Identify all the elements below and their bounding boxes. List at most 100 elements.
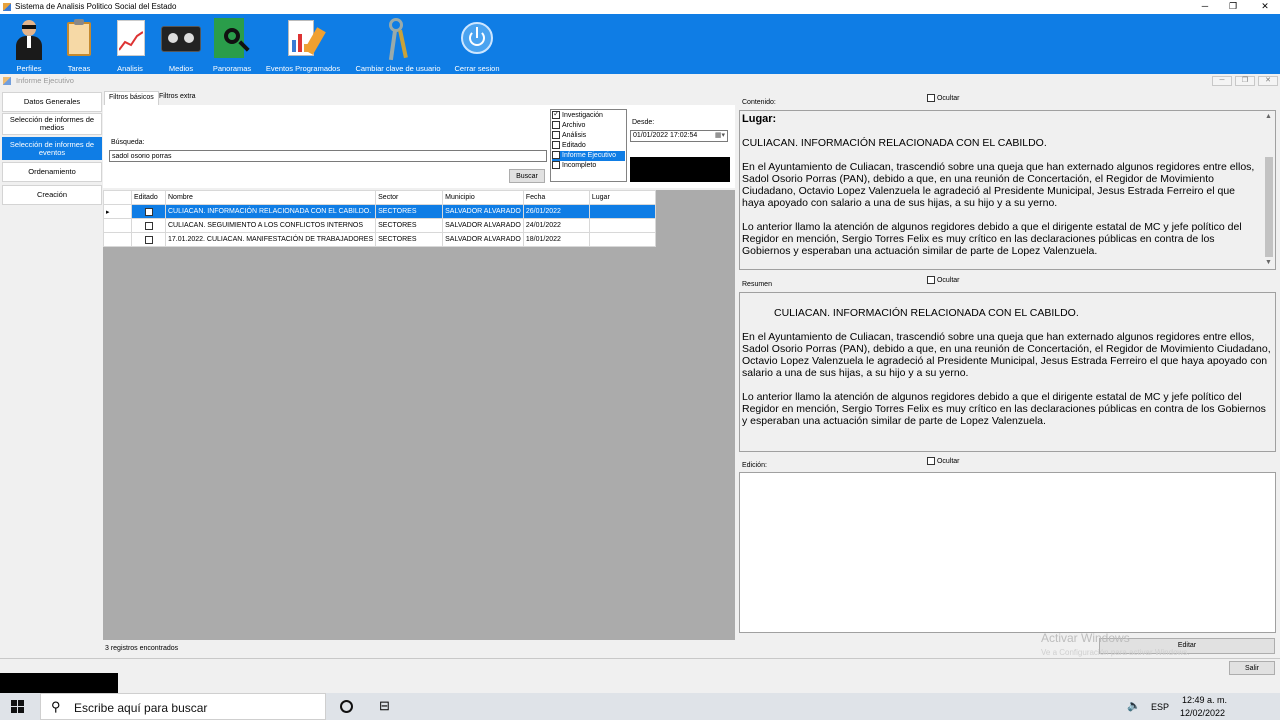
nombre-cell[interactable]: CULIACAN. SEGUIMIENTO A LOS CONFLICTOS I… (164, 218, 377, 233)
filter-checkbox[interactable] (552, 151, 560, 160)
filter-option[interactable]: Informe Ejecutivo (552, 151, 625, 161)
report-icon (286, 16, 326, 60)
edicion-ocultar-checkbox[interactable] (927, 457, 935, 465)
nav-seleccion-medios[interactable]: Selección de informes de medios (2, 113, 102, 135)
buscar-button[interactable]: Buscar (509, 169, 545, 183)
ribbon-eventos-button[interactable]: Eventos Programados (262, 16, 344, 73)
lugar-cell[interactable] (588, 232, 656, 247)
nombre-cell[interactable]: 17.01.2022. CULIACAN. MANIFESTACIÓN DE T… (164, 232, 377, 247)
ribbon-cerrar-sesion-button[interactable]: Cerrar sesion (452, 16, 502, 73)
sector-cell[interactable]: SECTORES (375, 218, 444, 233)
restore-button[interactable]: ❐ (1218, 0, 1248, 14)
ribbon-tareas-button[interactable]: Tareas (60, 16, 98, 73)
table-row[interactable]: ▸ CULIACAN. INFORMACIÓN RELACIONADA CON E… (103, 204, 656, 219)
edicion-ocultar-label: Ocultar (936, 457, 960, 465)
col-sector[interactable]: Sector (375, 190, 444, 205)
nav-creacion[interactable]: Creación (2, 185, 102, 205)
contenido-heading: Lugar: (742, 113, 777, 125)
lugar-cell[interactable] (588, 204, 656, 219)
fecha-cell[interactable]: 24/01/2022 (522, 218, 590, 233)
nav-ordenamiento[interactable]: Ordenamiento (2, 162, 102, 182)
filter-option[interactable]: Editado (552, 141, 625, 151)
contenido-ocultar[interactable]: Ocultar (927, 94, 960, 102)
row-header[interactable] (103, 232, 132, 247)
edicion-ocultar[interactable]: Ocultar (927, 457, 960, 465)
col-municipio[interactable]: Municipio (442, 190, 524, 205)
tab-filtros-basicos[interactable]: Filtros básicos (104, 91, 159, 105)
table-row[interactable]: 17.01.2022. CULIACAN. MANIFESTACIÓN DE T… (103, 232, 656, 247)
table-row[interactable]: CULIACAN. SEGUIMIENTO A LOS CONFLICTOS I… (103, 218, 656, 233)
ribbon-cambiar-clave-button[interactable]: Cambiar clave de usuario (352, 16, 444, 73)
col-editado[interactable]: Editado (131, 190, 166, 205)
filter-option[interactable]: Incompleto (552, 161, 625, 171)
filter-checkbox[interactable] (552, 131, 560, 140)
salir-button[interactable]: Salir (1229, 661, 1275, 675)
language-indicator[interactable]: ESP (1151, 702, 1169, 712)
fecha-cell[interactable]: 26/01/2022 (522, 204, 590, 219)
child-close-button[interactable]: ✕ (1258, 76, 1278, 86)
ribbon-cerrar-sesion-label: Cerrar sesion (454, 64, 500, 73)
child-restore-button[interactable]: ❐ (1235, 76, 1255, 86)
row-header[interactable]: ▸ (103, 204, 132, 219)
ribbon-analisis-label: Analisis (117, 64, 143, 73)
scroll-up-icon[interactable]: ▲ (1265, 111, 1272, 123)
municipio-cell[interactable]: SALVADOR ALVARADO (442, 232, 524, 247)
task-view-icon[interactable]: ⊟ (379, 698, 390, 714)
contenido-text[interactable]: Lugar: CULIACAN. INFORMACIÓN RELACIONADA… (739, 110, 1276, 270)
clock-date[interactable]: 12/02/2022 (1180, 708, 1225, 718)
editado-cell[interactable] (131, 232, 166, 247)
volume-icon[interactable]: 🔈 (1127, 699, 1141, 712)
filter-option[interactable]: Análisis (552, 131, 625, 141)
municipio-cell[interactable]: SALVADOR ALVARADO (442, 204, 524, 219)
child-minimize-button[interactable]: ─ (1212, 76, 1232, 86)
filter-checkbox[interactable] (552, 121, 560, 130)
ribbon-perfiles-button[interactable]: Perfiles (8, 16, 50, 73)
filter-option[interactable]: Investigación (552, 109, 625, 121)
contenido-scroll-thumb[interactable] (1265, 157, 1273, 257)
taskbar-search-box[interactable]: ⚲ Escribe aquí para buscar (40, 693, 326, 720)
tab-filtros-extra[interactable]: Filtros extra (155, 91, 200, 105)
col-fecha[interactable]: Fecha (522, 190, 590, 205)
nav-seleccion-eventos[interactable]: Selección de informes de eventos (2, 137, 102, 160)
edicion-textarea[interactable] (739, 472, 1276, 633)
ribbon-panoramas-button[interactable]: Panoramas (210, 16, 254, 73)
windows-start-icon[interactable] (11, 700, 25, 714)
contenido-scrollbar[interactable]: ▲ ▼ (1263, 111, 1275, 269)
resumen-ocultar[interactable]: Ocultar (927, 276, 960, 284)
col-lugar[interactable]: Lugar (588, 190, 656, 205)
nav-datos-generales[interactable]: Datos Generales (2, 92, 102, 112)
editado-cell[interactable] (131, 204, 166, 219)
lugar-cell[interactable] (588, 218, 656, 233)
desde-datetime-picker[interactable]: 01/01/2022 17:02:54 ▦▾ (630, 130, 728, 142)
minimize-button[interactable]: ─ (1190, 0, 1220, 14)
resumen-text[interactable]: CULIACAN. INFORMACIÓN RELACIONADA CON EL… (739, 292, 1276, 452)
editado-checkbox[interactable] (144, 235, 153, 244)
child-app-icon (3, 77, 11, 85)
editado-checkbox[interactable] (144, 221, 153, 230)
contenido-ocultar-checkbox[interactable] (927, 94, 935, 102)
col-nombre[interactable]: Nombre (164, 190, 377, 205)
filter-option[interactable]: Archivo (552, 121, 625, 131)
filter-checkbox[interactable] (552, 109, 560, 120)
fecha-cell[interactable]: 18/01/2022 (522, 232, 590, 247)
sector-cell[interactable]: SECTORES (375, 204, 444, 219)
clock-time[interactable]: 12:49 a. m. (1182, 695, 1227, 705)
resumen-ocultar-checkbox[interactable] (927, 276, 935, 284)
ribbon-analisis-button[interactable]: Analisis (110, 16, 150, 73)
nombre-cell[interactable]: CULIACAN. INFORMACIÓN RELACIONADA CON EL… (164, 204, 377, 219)
calendar-dropdown-icon[interactable]: ▦▾ (715, 131, 725, 141)
municipio-cell[interactable]: SALVADOR ALVARADO (442, 218, 524, 233)
resumen-ocultar-label: Ocultar (936, 276, 960, 284)
editado-cell[interactable] (131, 218, 166, 233)
filter-checkbox[interactable] (552, 161, 560, 170)
cortana-icon[interactable] (340, 700, 353, 713)
editado-checkbox[interactable] (144, 207, 153, 216)
search-input[interactable] (109, 150, 547, 162)
filter-checkbox[interactable] (552, 141, 560, 150)
magnifier-icon (212, 16, 252, 60)
ribbon-medios-button[interactable]: Medios (160, 16, 202, 73)
sector-cell[interactable]: SECTORES (375, 232, 444, 247)
row-header[interactable] (103, 218, 132, 233)
scroll-down-icon[interactable]: ▼ (1265, 257, 1272, 269)
close-button[interactable]: ✕ (1250, 0, 1280, 14)
